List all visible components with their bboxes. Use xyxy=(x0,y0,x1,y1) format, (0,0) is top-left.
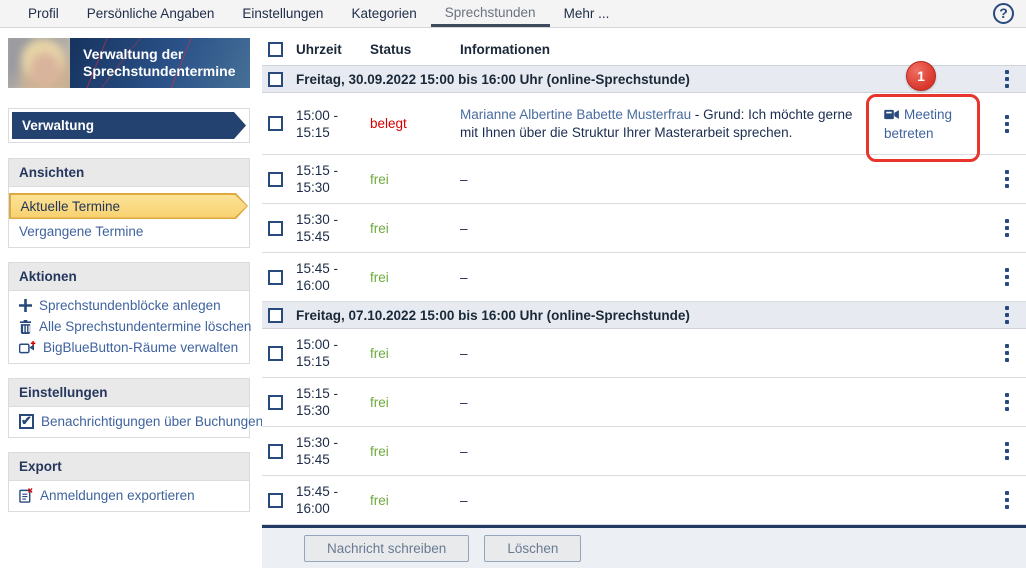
table-row: 15:30 -15:45 frei – xyxy=(262,204,1026,253)
table-row: 15:45 -16:00 frei – xyxy=(262,253,1026,302)
tab-profil[interactable]: Profil xyxy=(14,0,73,27)
section-ansichten: Ansichten Aktuelle Termine Vergangene Te… xyxy=(8,158,250,248)
write-message-button[interactable]: Nachricht schreiben xyxy=(304,535,470,562)
appointment-info: – xyxy=(460,269,468,285)
tab-einstellungen[interactable]: Einstellungen xyxy=(228,0,337,27)
sidebar-nav-label: Verwaltung xyxy=(22,118,95,133)
appointment-info: – xyxy=(460,492,468,508)
appointment-info: – xyxy=(460,220,468,236)
video-camera-icon xyxy=(884,109,900,120)
row-checkbox[interactable] xyxy=(268,269,283,285)
group-header-row: Freitag, 30.09.2022 15:00 bis 16:00 Uhr … xyxy=(262,66,1026,93)
section-title: Ansichten xyxy=(9,159,249,187)
group-checkbox[interactable] xyxy=(268,71,283,87)
kebab-menu-icon[interactable] xyxy=(998,302,1016,328)
group-checkbox[interactable] xyxy=(268,307,283,323)
col-header-informationen: Informationen xyxy=(460,42,550,57)
table-row: 15:15 -15:30 frei – xyxy=(262,378,1026,427)
status-badge: frei xyxy=(370,171,389,187)
group-header-label: Freitag, 30.09.2022 15:00 bis 16:00 Uhr … xyxy=(296,71,690,87)
table-header-row: Uhrzeit Status Informationen xyxy=(262,34,1026,66)
table-footer: Nachricht schreiben Löschen xyxy=(262,525,1026,568)
sidebar: Verwaltung der Sprechstundentermine Verw… xyxy=(8,38,263,526)
action-sprechstundenbloecke-anlegen[interactable]: Sprechstundenblöcke anlegen xyxy=(9,295,249,316)
action-bigbluebutton-raeume[interactable]: BigBlueButton-Räume verwalten xyxy=(9,337,249,358)
kebab-menu-icon[interactable] xyxy=(998,438,1016,464)
status-badge: frei xyxy=(370,220,389,236)
table-row: 15:00 -15:15 frei – xyxy=(262,329,1026,378)
avatar xyxy=(8,38,70,88)
active-item-label: Aktuelle Termine xyxy=(20,198,121,214)
notifications-checkbox[interactable] xyxy=(19,413,34,429)
appointment-info: – xyxy=(460,171,468,187)
appointment-info: – xyxy=(460,394,468,410)
time-range: 15:00 - xyxy=(296,107,339,123)
export-file-icon xyxy=(19,488,33,503)
section-aktionen: Aktionen Sprechstundenblöcke anlegen All… xyxy=(8,262,251,364)
row-checkbox[interactable] xyxy=(268,394,283,410)
help-icon[interactable] xyxy=(993,3,1014,24)
kebab-menu-icon[interactable] xyxy=(998,389,1016,415)
delete-button[interactable]: Löschen xyxy=(484,535,582,562)
appointment-info: – xyxy=(460,443,468,459)
kebab-menu-icon[interactable] xyxy=(998,66,1016,92)
select-all-checkbox[interactable] xyxy=(268,42,283,57)
top-nav-tabs: Profil Persönliche Angaben Einstellungen… xyxy=(14,0,623,27)
tab-kategorien[interactable]: Kategorien xyxy=(337,0,430,27)
section-export: Export Anmeldungen exportieren xyxy=(8,452,250,512)
kebab-menu-icon[interactable] xyxy=(998,264,1016,290)
tab-persoenliche-angaben[interactable]: Persönliche Angaben xyxy=(73,0,229,27)
tab-mehr[interactable]: Mehr ... xyxy=(550,0,624,27)
status-badge: frei xyxy=(370,443,389,459)
table-row: 15:00 -15:15 belegt Marianne Albertine B… xyxy=(262,93,1026,155)
row-checkbox[interactable] xyxy=(268,492,283,508)
sidebar-item-aktuelle-termine[interactable]: Aktuelle Termine xyxy=(9,193,248,219)
plus-icon xyxy=(19,299,32,312)
col-header-status: Status xyxy=(370,42,412,57)
action-alle-termine-loeschen[interactable]: Alle Sprechstundentermine löschen xyxy=(9,316,251,337)
row-checkbox[interactable] xyxy=(268,171,283,187)
sidebar-nav-box: Verwaltung xyxy=(8,108,250,143)
kebab-menu-icon[interactable] xyxy=(998,487,1016,513)
group-header-row: Freitag, 07.10.2022 15:00 bis 16:00 Uhr … xyxy=(262,302,1026,329)
group-header-label: Freitag, 07.10.2022 15:00 bis 16:00 Uhr … xyxy=(296,307,690,323)
sidebar-item-verwaltung[interactable]: Verwaltung xyxy=(12,112,246,139)
row-checkbox[interactable] xyxy=(268,220,283,236)
kebab-menu-icon[interactable] xyxy=(998,111,1016,137)
status-badge: frei xyxy=(370,345,389,361)
status-badge: frei xyxy=(370,269,389,285)
row-checkbox[interactable] xyxy=(268,116,283,131)
kebab-menu-icon[interactable] xyxy=(998,166,1016,192)
trash-icon xyxy=(19,319,32,334)
page-title: Verwaltung der Sprechstundentermine xyxy=(70,38,250,88)
student-name-link[interactable]: Marianne Albertine Babette Musterfrau xyxy=(460,107,691,122)
row-checkbox[interactable] xyxy=(268,443,283,459)
appointment-info: – xyxy=(460,345,468,361)
top-navbar: Profil Persönliche Angaben Einstellungen… xyxy=(0,0,1026,28)
table-row: 15:45 -16:00 frei – xyxy=(262,476,1026,525)
appointments-table: Uhrzeit Status Informationen Freitag, 30… xyxy=(262,34,1026,568)
appointment-info: Marianne Albertine Babette Musterfrau - … xyxy=(460,106,853,140)
section-title: Einstellungen xyxy=(9,379,249,407)
kebab-menu-icon[interactable] xyxy=(998,340,1016,366)
col-header-uhrzeit: Uhrzeit xyxy=(296,42,342,57)
table-row: 15:30 -15:45 frei – xyxy=(262,427,1026,476)
tab-sprechstunden[interactable]: Sprechstunden xyxy=(430,0,550,27)
meeting-join-link[interactable]: Meeting betreten xyxy=(874,105,970,143)
sidebar-banner: Verwaltung der Sprechstundentermine xyxy=(8,38,250,88)
sprechstunden-page: Profil Persönliche Angaben Einstellungen… xyxy=(0,0,1026,568)
section-einstellungen: Einstellungen Benachrichtigungen über Bu… xyxy=(8,378,263,438)
setting-benachrichtigungen[interactable]: Benachrichtigungen über Buchungen xyxy=(9,411,263,432)
action-anmeldungen-exportieren[interactable]: Anmeldungen exportieren xyxy=(9,485,249,506)
status-badge: frei xyxy=(370,492,389,508)
kebab-menu-icon[interactable] xyxy=(998,215,1016,241)
sidebar-item-vergangene-termine[interactable]: Vergangene Termine xyxy=(9,221,249,242)
status-badge: frei xyxy=(370,394,389,410)
table-row: 15:15 -15:30 frei – xyxy=(262,155,1026,204)
row-checkbox[interactable] xyxy=(268,345,283,361)
section-title: Aktionen xyxy=(9,263,249,291)
status-badge: belegt xyxy=(370,116,407,131)
section-title: Export xyxy=(9,453,249,481)
video-camera-plus-icon xyxy=(19,341,36,354)
